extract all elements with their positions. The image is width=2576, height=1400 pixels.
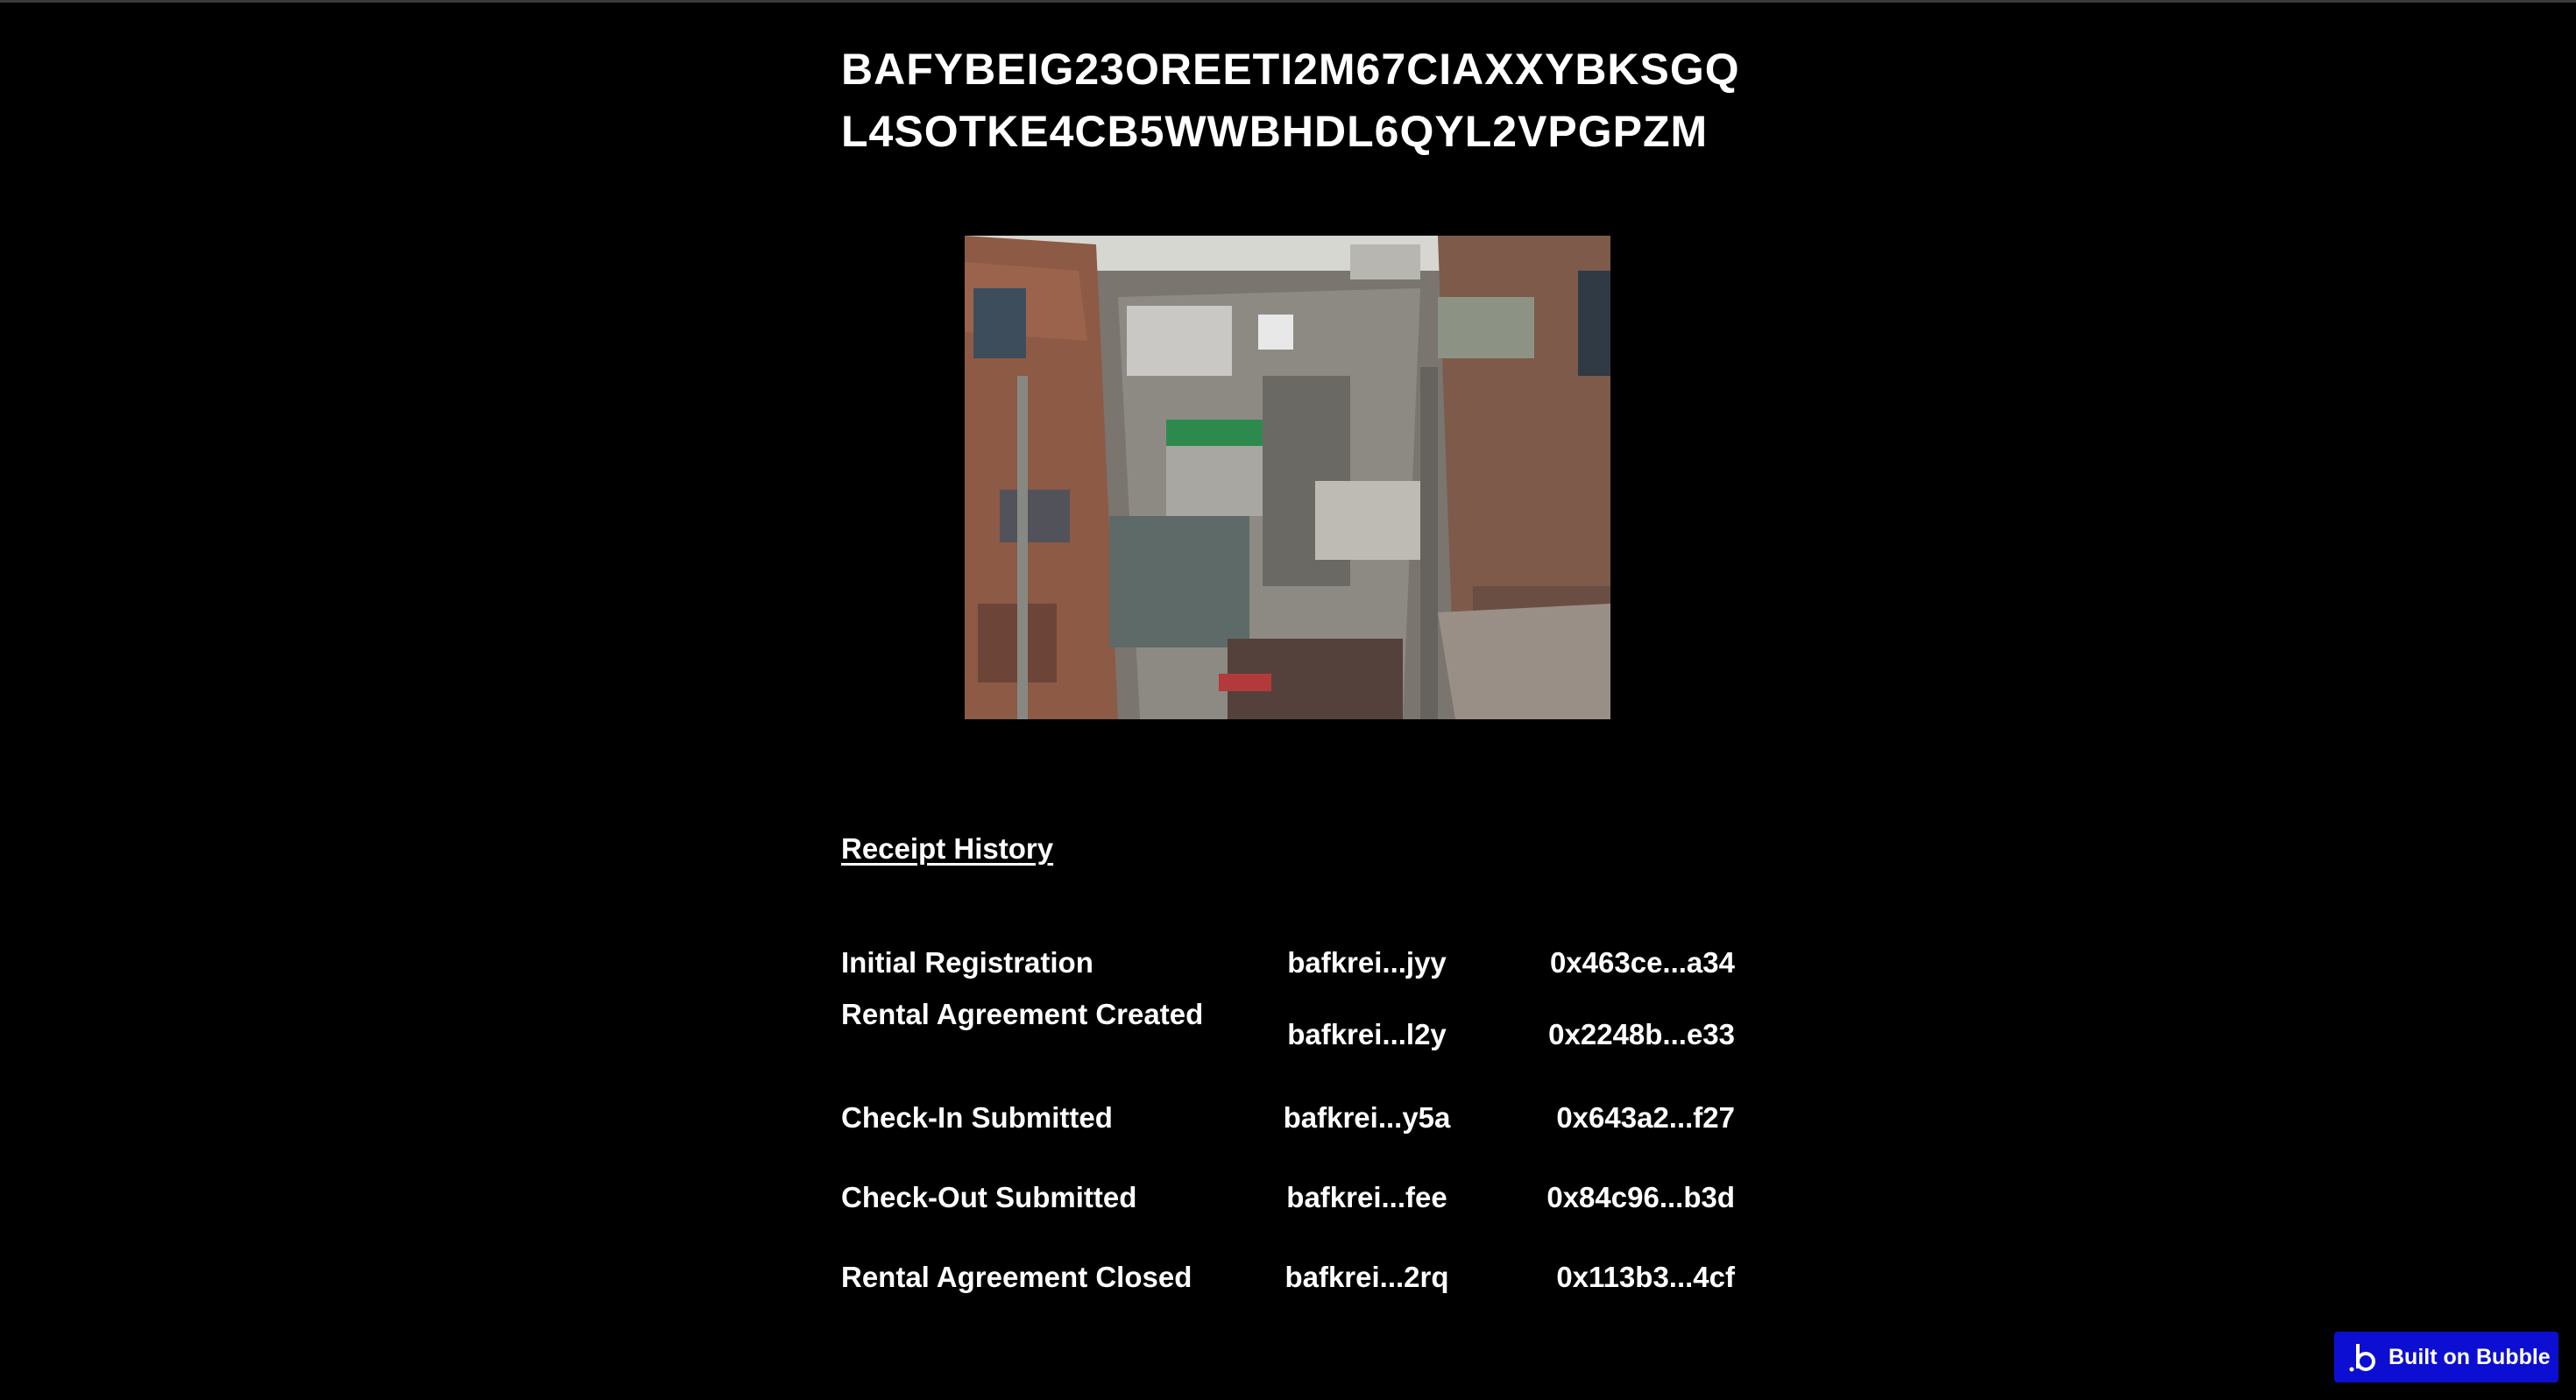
receipt-tx-hash: 0x463ce...a34 <box>1549 946 1735 979</box>
built-on-bubble-badge[interactable]: Built on Bubble <box>2334 1332 2558 1382</box>
property-photo-image <box>965 236 1610 719</box>
receipt-row: Check-In Submitted bafkrei...y5a 0x643a2… <box>841 1098 1735 1177</box>
receipt-tx-hash: 0x643a2...f27 <box>1556 1101 1735 1134</box>
receipt-cid: bafkrei...l2y <box>1287 1018 1447 1050</box>
receipt-tx-hash: 0x2248b...e33 <box>1548 1018 1735 1050</box>
receipt-history-list: Initial Registration bafkrei...jyy 0x463… <box>841 930 1735 1310</box>
receipt-row: Initial Registration bafkrei...jyy 0x463… <box>841 930 1735 994</box>
receipt-row: Rental Agreement Closed bafkrei...2rq 0x… <box>841 1257 1735 1310</box>
receipt-cid: bafkrei...jyy <box>1287 946 1447 979</box>
receipt-cid: bafkrei...fee <box>1286 1181 1447 1213</box>
receipt-history-heading: Receipt History <box>841 832 1054 865</box>
property-page: BAFYBEIG23OREETI2M67CIAXXYBKSGQ L4SOTKE4… <box>0 0 2576 1400</box>
receipt-row: Rental Agreement Created bafkrei...l2y 0… <box>841 994 1735 1098</box>
receipt-cid: bafkrei...y5a <box>1283 1101 1451 1134</box>
built-on-bubble-label: Built on Bubble <box>2388 1344 2551 1369</box>
bubble-logo-icon <box>2349 1344 2375 1372</box>
receipt-cid: bafkrei...2rq <box>1284 1261 1449 1293</box>
receipt-event: Rental Agreement Created <box>841 998 1204 1030</box>
asset-cid-line-2: L4SOTKE4CB5WWBHDL6QYL2VPGPZM <box>841 107 1709 156</box>
receipt-event: Check-Out Submitted <box>841 1181 1137 1213</box>
property-photo <box>965 236 1610 719</box>
receipt-tx-hash: 0x84c96...b3d <box>1546 1181 1735 1213</box>
receipt-event: Check-In Submitted <box>841 1101 1113 1134</box>
asset-cid-title: BAFYBEIG23OREETI2M67CIAXXYBKSGQ L4SOTKE4… <box>841 39 1779 163</box>
receipt-row: Check-Out Submitted bafkrei...fee 0x84c9… <box>841 1177 1735 1257</box>
receipt-tx-hash: 0x113b3...4cf <box>1556 1261 1735 1293</box>
asset-cid-line-1: BAFYBEIG23OREETI2M67CIAXXYBKSGQ <box>841 45 1740 94</box>
receipt-event: Initial Registration <box>841 946 1093 979</box>
receipt-event: Rental Agreement Closed <box>841 1261 1192 1293</box>
